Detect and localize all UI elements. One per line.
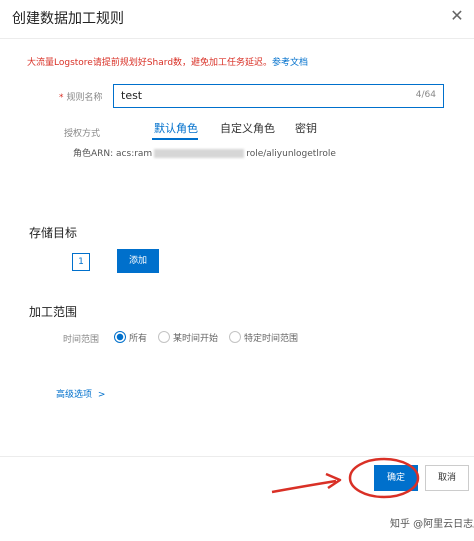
redacted-account-id <box>154 149 245 158</box>
time-range-label: 时间范围 <box>63 335 100 345</box>
storage-section-title: 存储目标 <box>29 226 78 240</box>
radio-all-dot <box>114 331 126 343</box>
radio-specific-range-label: 特定时间范围 <box>244 334 299 344</box>
cancel-button[interactable]: 取消 <box>425 465 469 491</box>
advanced-options-link[interactable]: 高级选项 > <box>56 387 105 400</box>
radio-from-time-label: 某时间开始 <box>173 334 219 344</box>
watermark: 知乎 @阿里云日志服务 <box>390 519 474 530</box>
annotation-arrow-head <box>325 472 342 490</box>
docs-link[interactable]: 参考文档 <box>272 58 308 68</box>
rule-name-label: * 规则名称 <box>59 90 103 103</box>
range-section-title: 加工范围 <box>29 305 78 319</box>
rule-name-label-text: 规则名称 <box>66 93 103 103</box>
role-arn-prefix: 角色ARN: acs:ram <box>73 149 153 159</box>
shard-warning: 大流量Logstore请提前规划好Shard数，避免加工任务延迟。参考文档 <box>27 55 308 68</box>
advanced-options-label: 高级选项 <box>56 390 93 400</box>
radio-all-label: 所有 <box>129 334 148 344</box>
dialog-header: 创建数据加工规则 ✕ <box>0 0 474 39</box>
warning-text: 大流量Logstore请提前规划好Shard数，避免加工任务延迟。 <box>27 58 273 68</box>
required-mark: * <box>59 93 64 103</box>
dialog-title: 创建数据加工规则 <box>12 11 124 27</box>
chevron-right-icon: > <box>97 390 106 400</box>
tab-default-role[interactable]: 默认角色 <box>154 120 198 136</box>
rule-name-counter: 4/64 <box>415 90 436 100</box>
confirm-button[interactable]: 确定 <box>374 465 418 491</box>
radio-specific-range-dot <box>229 331 241 343</box>
create-rule-dialog: 创建数据加工规则 ✕ 大流量Logstore请提前规划好Shard数，避免加工任… <box>0 0 474 541</box>
tab-custom-role[interactable]: 自定义角色 <box>220 120 275 136</box>
auth-method-label: 授权方式 <box>64 129 101 139</box>
role-arn: 角色ARN: acs:ram role/aliyunlogetlrole <box>73 146 336 159</box>
active-tab-indicator <box>152 138 198 140</box>
rule-name-input[interactable]: test 4/64 <box>113 84 444 108</box>
storage-step-number: 1 <box>72 253 90 271</box>
rule-name-value: test <box>121 89 143 102</box>
radio-all[interactable]: 所有 <box>114 331 147 344</box>
radio-from-time[interactable]: 某时间开始 <box>158 331 218 344</box>
tab-access-key[interactable]: 密钥 <box>295 120 317 136</box>
footer-divider <box>0 456 474 457</box>
annotation-arrow-shaft <box>271 479 337 494</box>
radio-from-time-dot <box>158 331 170 343</box>
radio-specific-range[interactable]: 特定时间范围 <box>229 331 298 344</box>
role-arn-suffix: role/aliyunlogetlrole <box>246 149 336 159</box>
close-icon[interactable]: ✕ <box>448 7 466 25</box>
add-storage-button[interactable]: 添加 <box>117 249 159 273</box>
